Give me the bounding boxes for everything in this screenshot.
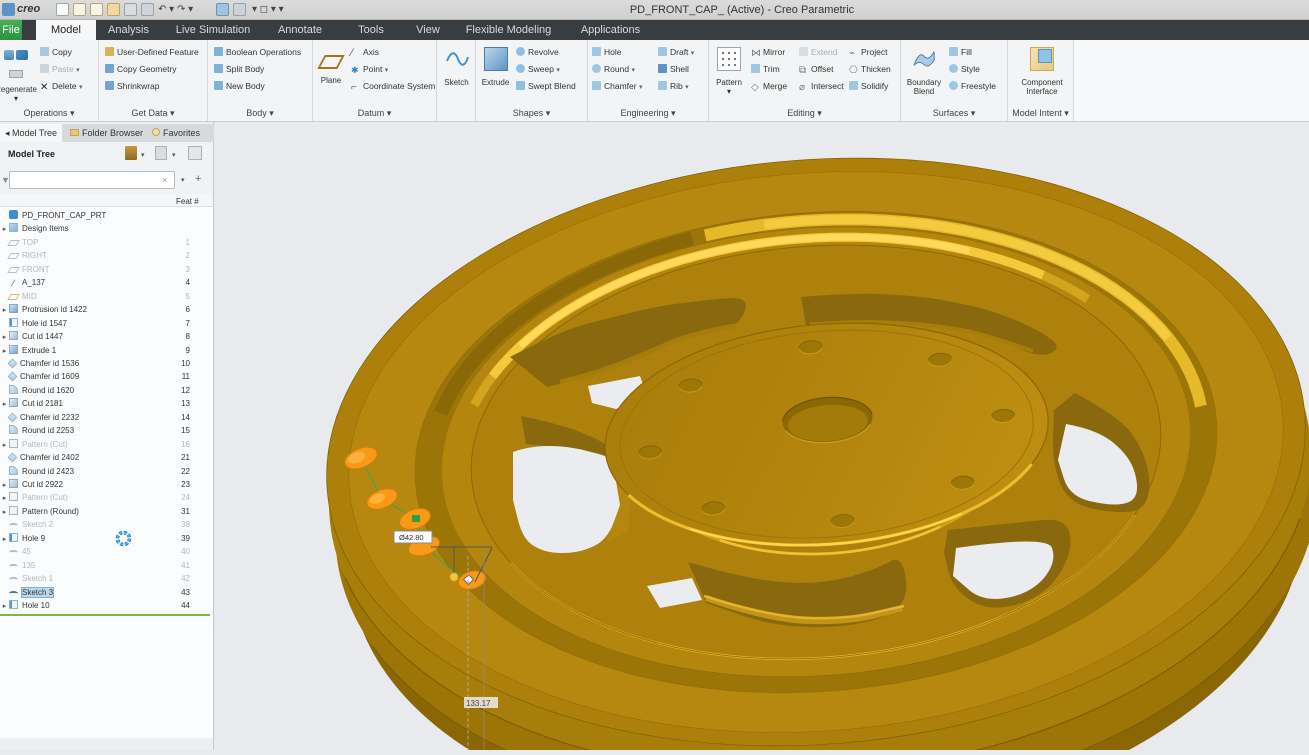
- svg-text:133.17: 133.17: [466, 699, 491, 708]
- svg-text:Ø42.80: Ø42.80: [399, 533, 424, 542]
